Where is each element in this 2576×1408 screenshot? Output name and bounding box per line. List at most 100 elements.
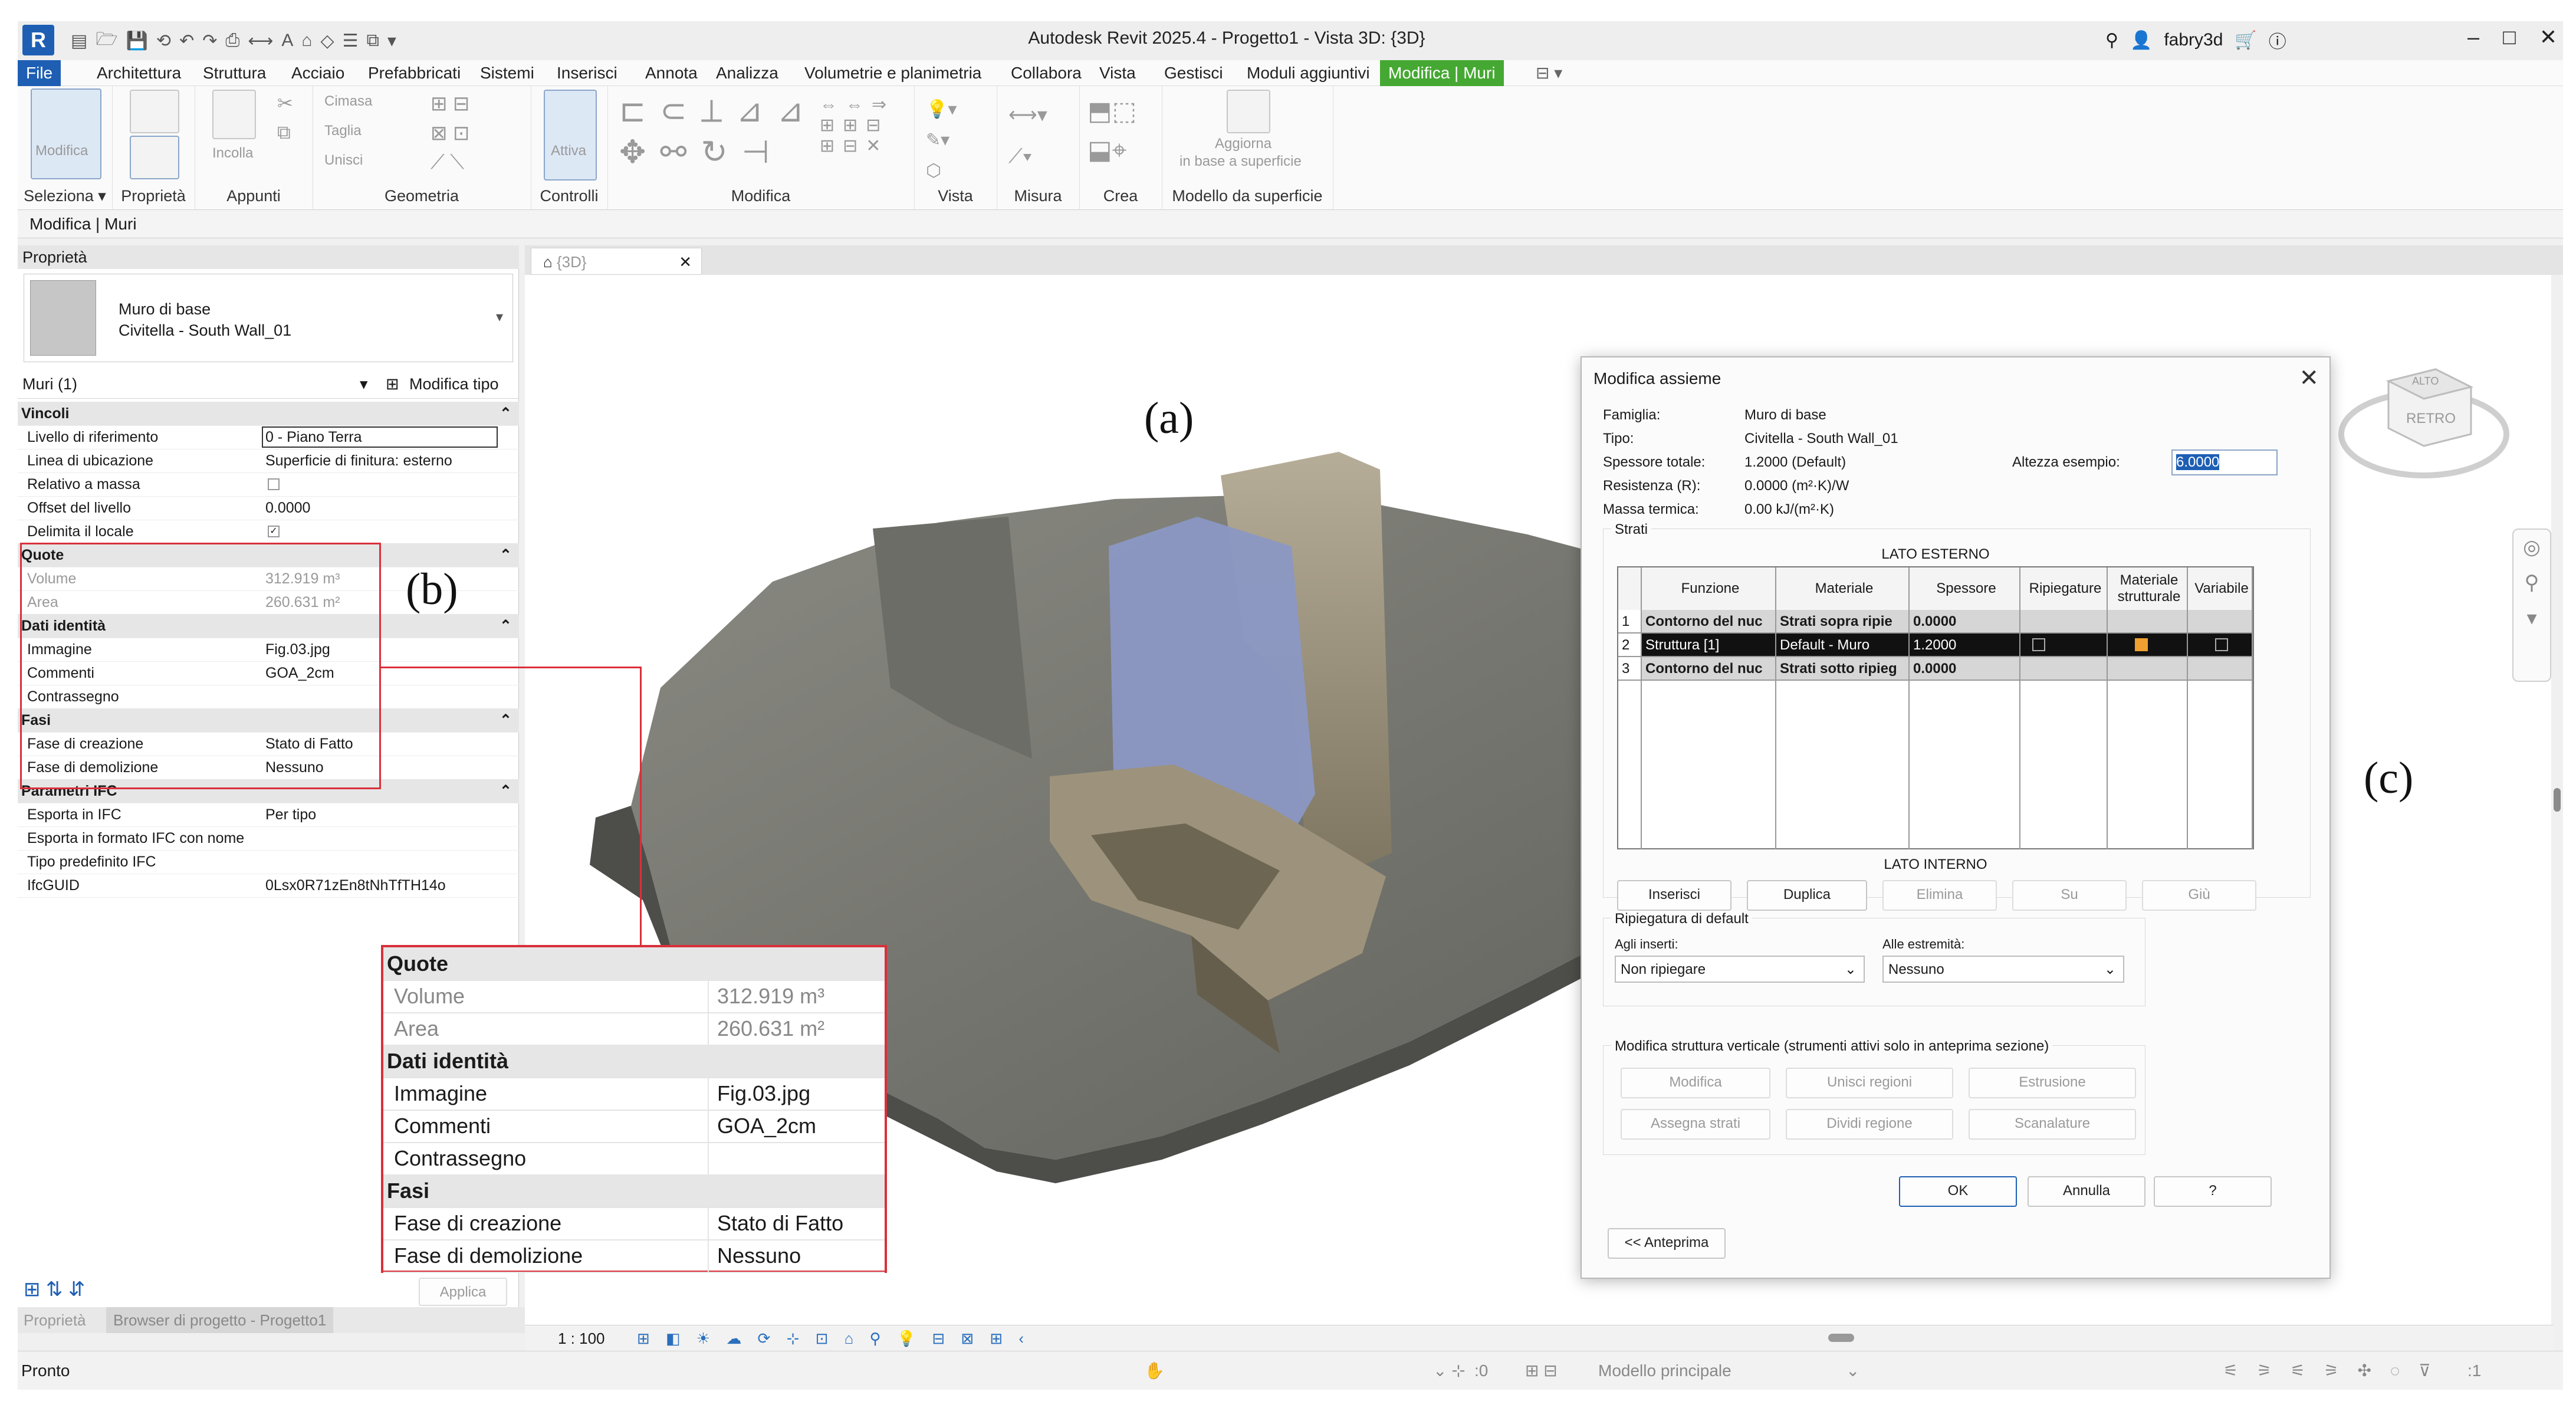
view-cube[interactable]: ALTO RETRO [2335,346,2512,487]
column-header[interactable]: Ripiegature [2020,567,2108,610]
customize-qat-icon[interactable]: ▾ [387,31,396,51]
property-value[interactable]: Superficie di finitura: esterno [265,449,452,472]
layer-cell[interactable]: 1 [1618,610,1642,634]
column-header[interactable]: Funzione [1642,567,1776,610]
chevron-down-icon[interactable]: ⌄ [1846,1351,1859,1390]
type-selector[interactable]: Muro di base Civitella - South Wall_01 ▾ [24,274,513,362]
measure-tools[interactable]: ⟷▾ ⟋▾ [1008,94,1047,177]
type-properties-icon[interactable] [130,90,179,133]
activate-controls-button[interactable] [544,90,597,180]
layer-checkbox-cell[interactable] [2020,657,2108,681]
redo-icon[interactable]: ↷ [202,31,217,51]
modify-button[interactable]: Modifica [1621,1068,1770,1098]
tab-architettura[interactable]: Architettura [88,60,189,86]
join-tool[interactable]: Unisci [324,152,363,169]
cart-icon[interactable]: 🛒 [2235,30,2256,51]
view-scale[interactable]: 1 : 100 [558,1325,605,1351]
merge-regions-button[interactable]: Unisci regioni [1786,1068,1953,1098]
cope-tool[interactable]: Cimasa [324,93,372,110]
instance-filter[interactable]: Muri (1) ▾ ⊞ Modifica tipo [18,369,519,399]
layer-checkbox[interactable] [2032,638,2045,651]
move-down-button[interactable]: Giù [2142,880,2256,911]
section-icon[interactable]: ◇ [321,31,334,51]
layer-cell[interactable]: Struttura [1] [1642,634,1776,657]
layer-cell[interactable]: 1.2000 [1910,634,2020,657]
sample-height-input[interactable]: 6.0000 [2171,449,2278,475]
measure-icon[interactable]: ⟷ [248,31,273,51]
property-row[interactable]: Linea di ubicazione Superficie di finitur… [18,449,519,473]
ok-button[interactable]: OK [1899,1176,2017,1207]
chevron-down-icon[interactable]: ▾ [496,308,503,326]
view-tools[interactable]: 💡▾ ✎▾ ⬡ [926,94,957,186]
at-ends-select[interactable]: Nessuno ⌄ [1882,956,2124,983]
layer-cell[interactable]: Contorno del nuc [1642,657,1776,681]
chevron-down-icon[interactable]: ▾ [360,369,368,399]
edit-type-button[interactable]: Modifica tipo [409,369,499,399]
layer-cell[interactable]: Strati sotto ripieg [1776,657,1910,681]
duplicate-layer-button[interactable]: Duplica [1747,880,1867,911]
horizontal-scrollbar-thumb[interactable] [1828,1334,1854,1342]
property-checkbox[interactable]: ✓ [268,526,280,537]
scrollbar-thumb[interactable] [2554,788,2561,812]
insert-layer-button[interactable]: Inserisci [1617,880,1731,911]
home-icon[interactable]: ▤ [71,31,87,51]
assign-layers-button[interactable]: Assegna strati [1621,1109,1770,1140]
binoculars-icon[interactable]: ⚲ [2105,30,2118,51]
tab-gestisci[interactable]: Gestisci [1156,60,1231,86]
steering-wheel-icon[interactable]: ◎ [2513,530,2550,565]
tab-acciaio[interactable]: Acciaio [283,60,353,86]
open-icon[interactable]: 🗁 [96,26,117,56]
property-group-header[interactable]: Vincoli ⌃ [18,402,519,426]
tab-vista[interactable]: Vista [1091,60,1144,86]
help-button[interactable]: ? [2154,1176,2272,1207]
user-name[interactable]: fabry3d [2164,30,2223,50]
tab-project-browser[interactable]: Browser di progetto - Progetto1 [106,1307,334,1333]
tab-moduli-aggiuntivi[interactable]: Moduli aggiuntivi [1238,60,1378,86]
layer-checkbox-cell[interactable] [2020,634,2108,657]
layer-cell[interactable]: Default - Muro [1776,634,1910,657]
instance-count[interactable]: Muri (1) [22,375,77,393]
undo-icon[interactable]: ↶ [179,31,194,51]
property-checkbox[interactable] [268,478,280,490]
dialog-close-button[interactable]: ✕ [2299,365,2319,392]
property-value[interactable]: 0.0000 [265,496,310,520]
modify-tools-row1[interactable]: ⊏⊂⟂⊿⊿ [619,92,818,130]
thin-lines-icon[interactable]: ☰ [343,31,359,51]
close-button[interactable]: ✕ [2539,25,2557,50]
worksets-icon[interactable]: ⌄ ⊹ [1433,1351,1466,1390]
close-views-icon[interactable]: ⧉ [366,31,379,51]
copy-icon[interactable]: ⧉ [277,122,291,144]
minimize-button[interactable]: – [2467,25,2479,50]
move-up-button[interactable]: Su [2012,880,2127,911]
3d-view-icon[interactable]: ⌂ [301,31,312,51]
preview-button[interactable]: << Anteprima [1608,1228,1726,1259]
navigation-bar[interactable]: ◎ ⚲ ▾ [2512,529,2551,682]
text-icon[interactable]: A [281,31,293,51]
tab-prefabbricati[interactable]: Prefabbricati [360,60,469,86]
layer-cell[interactable]: 0.0000 [1910,657,2020,681]
tab-properties[interactable]: Proprietà [24,1307,86,1333]
vertical-scrollbar[interactable] [2551,275,2563,1325]
layer-checkbox-cell[interactable] [2188,657,2253,681]
panel-label-seleziona[interactable]: Seleziona ▾ [18,187,112,205]
view-cube-top[interactable]: ALTO [2412,375,2439,388]
properties-icon[interactable] [130,136,179,179]
tab-sistemi[interactable]: Sistemi [472,60,543,86]
view-toggle-icons[interactable]: ⊞ ⇅ ⇵ [24,1278,85,1301]
tab-3d-view[interactable]: ⌂ {3D} ✕ [531,248,702,275]
layers-table[interactable]: Funzione Materiale Spessore Ripiegature Mate… [1617,566,2254,849]
panel-dropdown-icon[interactable]: ⊟ ▾ [1527,60,1570,86]
design-options-icon[interactable]: ⊞ ⊟ [1525,1351,1558,1390]
tab-volumetrie[interactable]: Volumetrie e planimetria [796,60,990,86]
split-face-icon[interactable]: ⊠ ⊡ [431,122,469,145]
hand-icon[interactable]: ✋ [1144,1351,1165,1390]
column-header[interactable]: Materiale [1776,567,1910,610]
tab-collabora[interactable]: Collabora [1003,60,1090,86]
paste-icon[interactable] [212,90,256,139]
split-region-button[interactable]: Dividi regione [1786,1109,1953,1140]
save-icon[interactable]: 💾 [126,31,148,51]
layer-checkbox-cell[interactable] [2108,634,2188,657]
help-icon[interactable]: ⓘ [2269,27,2286,53]
tab-annota[interactable]: Annota [637,60,706,86]
close-icon[interactable]: ✕ [679,248,692,275]
